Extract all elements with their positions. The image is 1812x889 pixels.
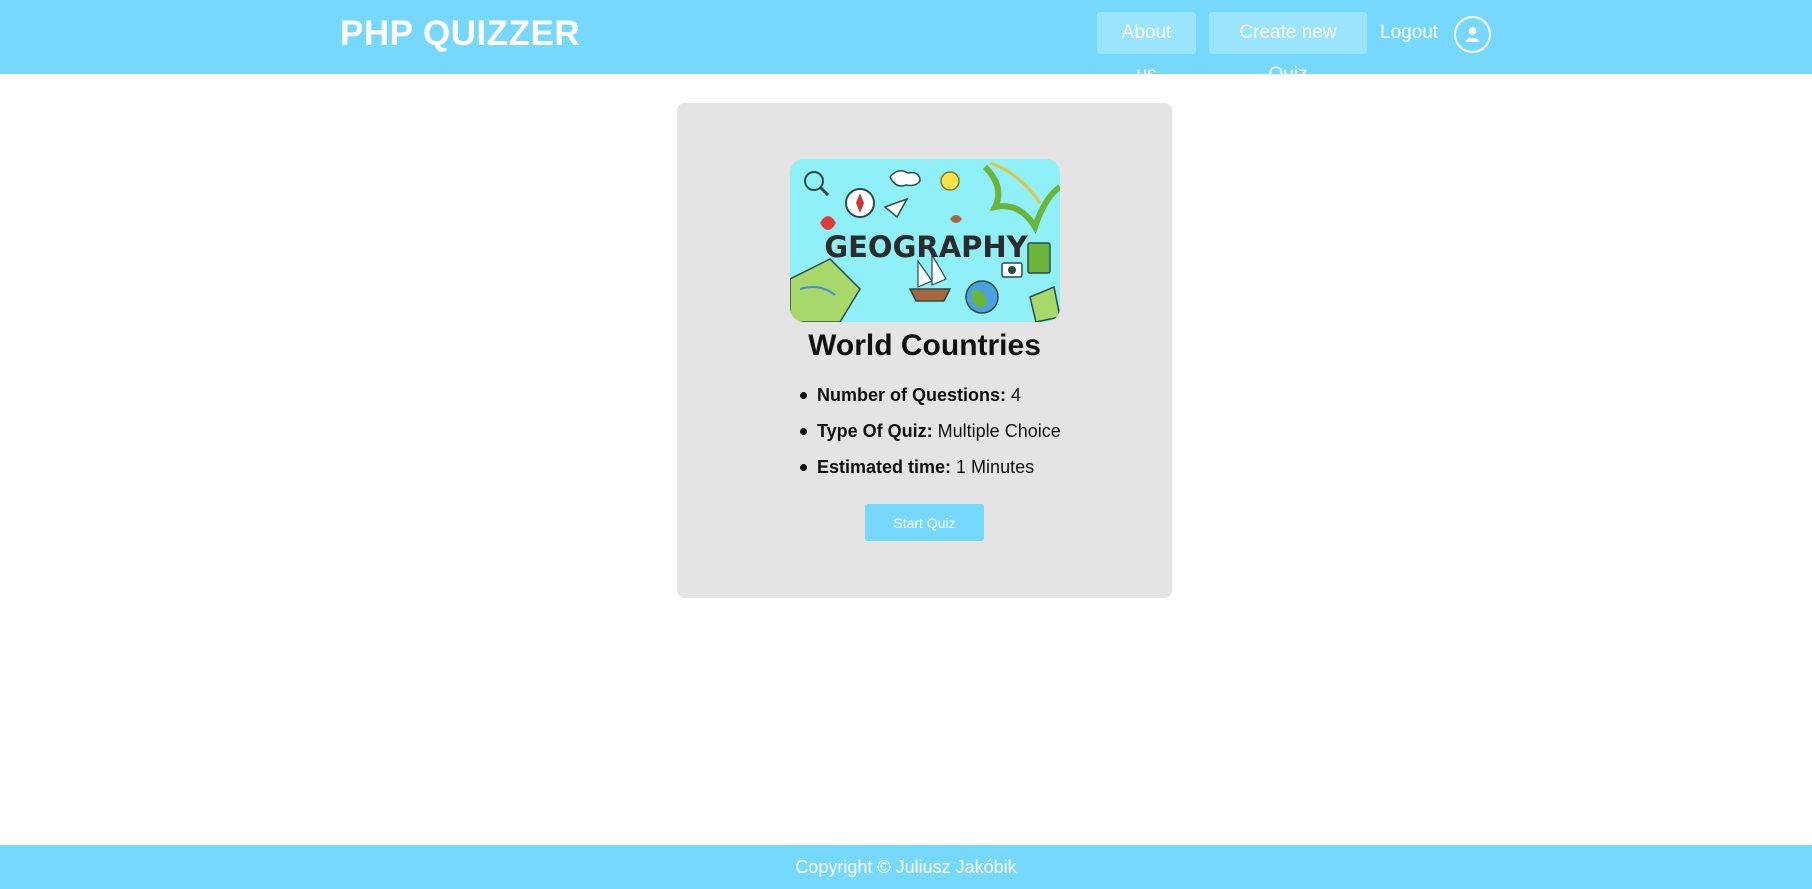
quiz-title: World Countries <box>808 329 1041 362</box>
quiz-cover-image: GEOGRAPHY <box>790 159 1060 322</box>
user-icon <box>1466 27 1479 42</box>
detail-question-count: Number of Questions: 4 <box>800 383 1157 419</box>
bullet-icon <box>800 428 807 435</box>
user-avatar-button[interactable] <box>1454 16 1491 53</box>
bullet-icon <box>800 464 807 471</box>
detail-value: 4 <box>1011 385 1022 405</box>
navbar: PHP QUIZZER About us Create new Quiz Log… <box>0 0 1812 85</box>
about-us-button[interactable]: About us <box>1097 12 1196 85</box>
bullet-icon <box>800 392 807 399</box>
site-brand[interactable]: PHP QUIZZER <box>340 14 580 54</box>
detail-value: 1 Minutes <box>956 457 1035 477</box>
detail-value: Multiple Choice <box>937 421 1061 441</box>
copyright-text: Copyright © Juliusz Jakóbik <box>795 857 1017 877</box>
detail-quiz-type: Type Of Quiz: Multiple Choice <box>800 419 1157 455</box>
footer: Copyright © Juliusz Jakóbik <box>0 845 1812 889</box>
detail-label: Estimated time: <box>817 457 957 477</box>
detail-label: Number of Questions: <box>817 385 1012 405</box>
detail-label: Type Of Quiz: <box>817 421 938 441</box>
logout-link[interactable]: Logout <box>1380 22 1438 44</box>
quiz-card: GEOGRAPHY World Countries Number of Ques… <box>677 103 1172 598</box>
create-quiz-button[interactable]: Create new Quiz <box>1209 12 1367 85</box>
quiz-details-list: Number of Questions: 4 Type Of Quiz: Mul… <box>800 383 1157 491</box>
detail-estimated-time: Estimated time: 1 Minutes <box>800 455 1157 491</box>
geography-illustration: GEOGRAPHY <box>790 159 1060 322</box>
svg-text:GEOGRAPHY: GEOGRAPHY <box>824 230 1028 264</box>
start-quiz-button[interactable]: Start Quiz <box>865 504 984 541</box>
